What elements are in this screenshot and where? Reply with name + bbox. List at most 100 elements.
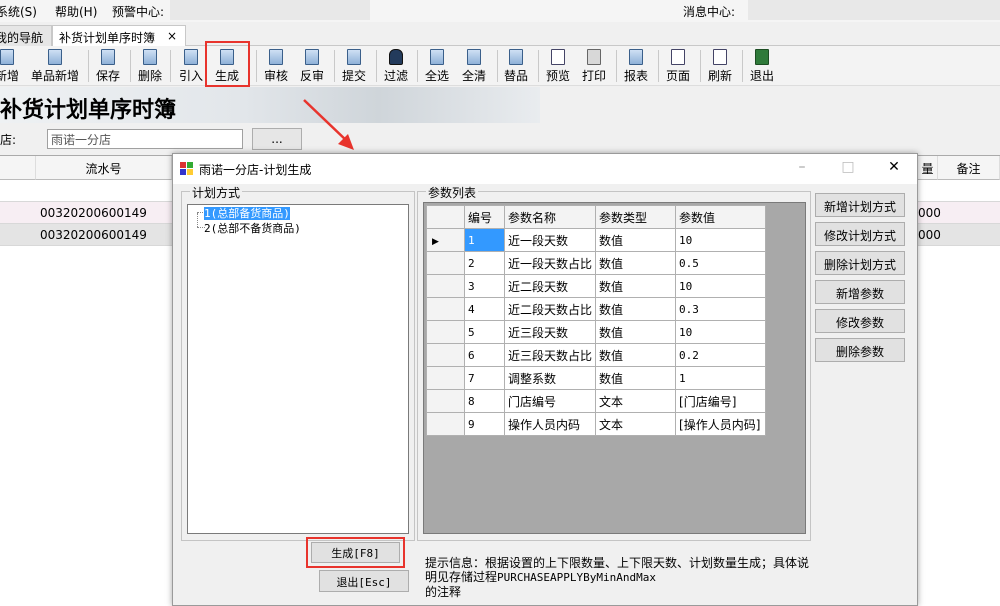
- table-row[interactable]: 6 近三段天数占比 数值 0.2: [426, 343, 767, 367]
- grid-column-header[interactable]: 备注: [938, 156, 1000, 180]
- toolbar-report-button[interactable]: 报表: [622, 48, 650, 84]
- toolbar-unapprove-button[interactable]: 反审: [298, 48, 326, 84]
- toolbar-print-button[interactable]: 打印: [580, 48, 608, 84]
- edit-param-button[interactable]: 修改参数: [815, 309, 905, 333]
- delete-param-button[interactable]: 删除参数: [815, 338, 905, 362]
- param-name-cell[interactable]: 近三段天数: [503, 320, 597, 344]
- param-value-cell[interactable]: 10: [675, 228, 767, 252]
- store-browse-button[interactable]: ...: [252, 128, 302, 150]
- close-icon[interactable]: ✕: [879, 159, 909, 179]
- param-name-cell[interactable]: 近一段天数占比: [503, 251, 597, 275]
- param-value-cell[interactable]: [门店编号]: [675, 389, 767, 413]
- row-selector[interactable]: [426, 251, 465, 275]
- table-row[interactable]: 7 调整系数 数值 1: [426, 366, 767, 390]
- row-selector[interactable]: ▶: [426, 228, 465, 252]
- param-no-cell[interactable]: 7: [464, 366, 505, 390]
- param-column-header[interactable]: 编号: [464, 205, 505, 229]
- param-name-cell[interactable]: 近一段天数: [503, 228, 597, 252]
- row-selector[interactable]: [426, 274, 465, 298]
- toolbar-substitute-button[interactable]: 替品: [502, 48, 530, 84]
- param-type-cell[interactable]: 数值: [595, 251, 677, 275]
- row-selector[interactable]: [426, 412, 465, 436]
- param-no-cell[interactable]: 4: [464, 297, 505, 321]
- toolbar-import-button[interactable]: 引入: [177, 48, 205, 84]
- minimize-icon[interactable]: –: [787, 159, 817, 179]
- grid-column-header[interactable]: 流水号: [36, 156, 172, 180]
- param-column-header[interactable]: 参数值: [675, 205, 767, 229]
- grid-column-header[interactable]: 量: [918, 156, 938, 180]
- toolbar-refresh-button[interactable]: 刷新: [706, 48, 734, 84]
- table-row[interactable]: 4 近二段天数占比 数值 0.3: [426, 297, 767, 321]
- menu-help[interactable]: 帮助(H): [55, 3, 97, 20]
- plan-tree-item[interactable]: 2(总部不备货商品): [204, 220, 301, 236]
- table-row[interactable]: 5 近三段天数 数值 10: [426, 320, 767, 344]
- param-type-cell[interactable]: 数值: [595, 274, 677, 298]
- param-value-cell[interactable]: 10: [675, 274, 767, 298]
- menu-alert-center[interactable]: 预警中心:: [112, 3, 164, 20]
- table-row[interactable]: 9 操作人员内码 文本 [操作人员内码]: [426, 412, 767, 436]
- param-name-cell[interactable]: 调整系数: [503, 366, 597, 390]
- menu-system[interactable]: 系统(S): [0, 3, 37, 20]
- add-param-button[interactable]: 新增参数: [815, 280, 905, 304]
- tab-replenishment-plan[interactable]: 补货计划单序时簿 ×: [52, 25, 186, 46]
- param-type-cell[interactable]: 文本: [595, 412, 677, 436]
- param-grid[interactable]: 编号 参数名称 参数类型 参数值 ▶ 1 近一段天数 数值 10 2 近一段天数…: [423, 202, 806, 534]
- param-value-cell[interactable]: 10: [675, 320, 767, 344]
- param-type-cell[interactable]: 数值: [595, 228, 677, 252]
- row-selector[interactable]: [426, 320, 465, 344]
- table-row[interactable]: 2 近一段天数占比 数值 0.5: [426, 251, 767, 275]
- toolbar-approve-button[interactable]: 审核: [262, 48, 290, 84]
- param-type-cell[interactable]: 数值: [595, 320, 677, 344]
- table-row[interactable]: ▶ 1 近一段天数 数值 10: [426, 228, 767, 252]
- toolbar-clear-all-button[interactable]: 全清: [460, 48, 488, 84]
- exit-button[interactable]: 退出[Esc]: [319, 570, 409, 592]
- tab-my-navigation[interactable]: 我的导航: [0, 25, 52, 46]
- toolbar-item-add-button[interactable]: 单品新增: [28, 48, 82, 84]
- toolbar-select-all-button[interactable]: 全选: [423, 48, 451, 84]
- table-row[interactable]: 8 门店编号 文本 [门店编号]: [426, 389, 767, 413]
- toolbar-add-button[interactable]: 新增: [0, 48, 20, 84]
- param-name-cell[interactable]: 近三段天数占比: [503, 343, 597, 367]
- plan-tree[interactable]: 1(总部备货商品) 2(总部不备货商品): [187, 204, 409, 534]
- toolbar-filter-button[interactable]: 过滤: [382, 48, 410, 84]
- toolbar-delete-button[interactable]: 删除: [136, 48, 164, 84]
- row-selector[interactable]: [426, 366, 465, 390]
- menu-message-center[interactable]: 消息中心:: [683, 3, 735, 20]
- plan-tree-item[interactable]: 1(总部备货商品): [204, 205, 290, 221]
- dialog-titlebar[interactable]: 雨诺一分店-计划生成 – □ ✕: [173, 154, 917, 184]
- generate-button[interactable]: 生成[F8]: [311, 542, 400, 563]
- param-name-cell[interactable]: 近二段天数占比: [503, 297, 597, 321]
- delete-plan-button[interactable]: 删除计划方式: [815, 251, 905, 275]
- param-no-cell[interactable]: 1: [464, 228, 505, 252]
- add-plan-button[interactable]: 新增计划方式: [815, 193, 905, 217]
- edit-plan-button[interactable]: 修改计划方式: [815, 222, 905, 246]
- param-type-cell[interactable]: 数值: [595, 366, 677, 390]
- param-type-cell[interactable]: 数值: [595, 343, 677, 367]
- toolbar-page-button[interactable]: 页面: [664, 48, 692, 84]
- param-name-cell[interactable]: 操作人员内码: [503, 412, 597, 436]
- param-value-cell[interactable]: [操作人员内码]: [675, 412, 767, 436]
- param-column-header[interactable]: 参数名称: [503, 205, 597, 229]
- param-type-cell[interactable]: 文本: [595, 389, 677, 413]
- param-value-cell[interactable]: 0.2: [675, 343, 767, 367]
- param-no-cell[interactable]: 3: [464, 274, 505, 298]
- row-selector[interactable]: [426, 343, 465, 367]
- close-icon[interactable]: ×: [167, 29, 177, 43]
- param-type-cell[interactable]: 数值: [595, 297, 677, 321]
- toolbar-submit-button[interactable]: 提交: [340, 48, 368, 84]
- param-no-cell[interactable]: 6: [464, 343, 505, 367]
- maximize-icon[interactable]: □: [833, 159, 863, 179]
- store-input[interactable]: [47, 129, 243, 149]
- param-no-cell[interactable]: 9: [464, 412, 505, 436]
- param-value-cell[interactable]: 0.3: [675, 297, 767, 321]
- toolbar-preview-button[interactable]: 预览: [544, 48, 572, 84]
- param-no-cell[interactable]: 2: [464, 251, 505, 275]
- table-row[interactable]: 3 近二段天数 数值 10: [426, 274, 767, 298]
- row-selector[interactable]: [426, 389, 465, 413]
- toolbar-exit-button[interactable]: 退出: [748, 48, 776, 84]
- param-name-cell[interactable]: 近二段天数: [503, 274, 597, 298]
- param-no-cell[interactable]: 5: [464, 320, 505, 344]
- row-selector[interactable]: [426, 297, 465, 321]
- param-column-header[interactable]: 参数类型: [595, 205, 677, 229]
- param-name-cell[interactable]: 门店编号: [503, 389, 597, 413]
